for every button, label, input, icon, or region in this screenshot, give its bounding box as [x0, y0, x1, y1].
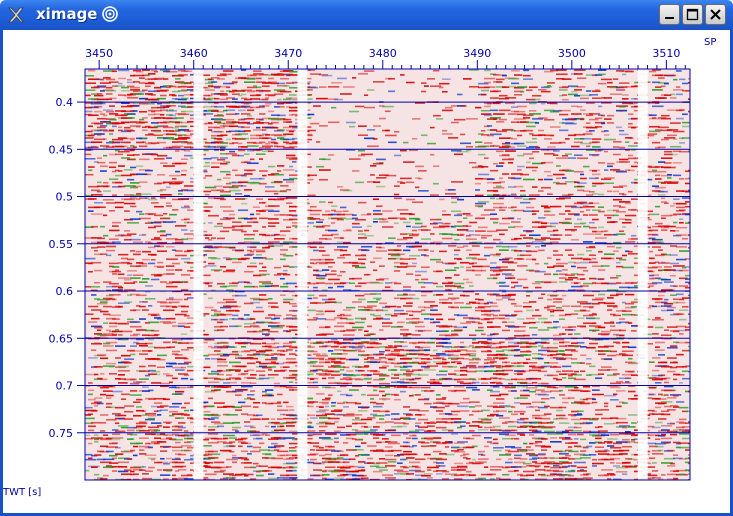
- y-tick-label: 0.75: [49, 427, 74, 440]
- seismic-plot[interactable]: 3450 3460 3470 3480 3490 3500 3510 0.40.450.50…: [0, 0, 733, 516]
- y-tick-label: 0.4: [56, 96, 74, 109]
- x-tick-label: 3460: [180, 47, 208, 60]
- x-axis-label: SP: [704, 37, 716, 48]
- x-tick-label: 3510: [652, 47, 680, 60]
- muted-trace: [297, 69, 308, 480]
- y-axis: 0.4 0.45 0.5 0.55 0.6 0.65 0.7 0.75: [49, 96, 85, 440]
- y-tick-label: 0.6: [56, 285, 74, 298]
- x-tick-label: 3480: [369, 47, 397, 60]
- x-tick-label: 3470: [274, 47, 302, 60]
- x-axis: 3450 3460 3470 3480 3490 3500 3510: [85, 47, 686, 69]
- x-tick-label: 3490: [463, 47, 491, 60]
- muted-trace: [193, 69, 204, 480]
- seismic-section: [85, 69, 690, 480]
- y-tick-label: 0.65: [49, 332, 74, 345]
- y-tick-label: 0.7: [56, 380, 74, 393]
- muted-trace: [637, 69, 648, 480]
- y-axis-label: TWT [s]: [2, 487, 41, 498]
- x-tick-label: 3500: [558, 47, 586, 60]
- x-tick-label: 3450: [85, 47, 113, 60]
- y-tick-label: 0.55: [49, 238, 74, 251]
- y-tick-label: 0.45: [49, 143, 74, 156]
- y-tick-label: 0.5: [56, 191, 74, 204]
